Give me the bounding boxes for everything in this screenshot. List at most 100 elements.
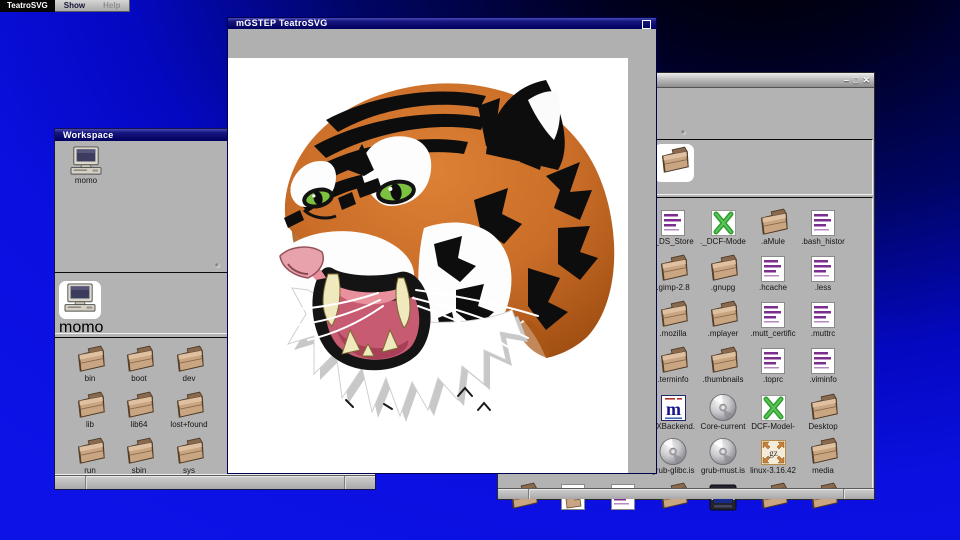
workspace-title: Workspace: [63, 130, 114, 140]
file-label: .toprc: [762, 375, 783, 384]
computer-icon: [63, 146, 109, 176]
file-icon-mplayer[interactable]: .mplayer: [699, 297, 747, 339]
menu-item-show[interactable]: Show: [55, 0, 94, 11]
folder-icon: [116, 390, 162, 420]
app-menu-title[interactable]: TeatroSVG: [0, 0, 55, 12]
svg-text:gz: gz: [769, 448, 778, 458]
file-icon-mutt-certific[interactable]: .mutt_certific: [749, 297, 797, 339]
workspace-root-label: momo: [74, 176, 98, 185]
minimize-button[interactable]: –: [844, 75, 849, 85]
file-icon-linux-3-16-42[interactable]: gz linux-3.16.42: [749, 434, 797, 476]
maximize-button[interactable]: □: [853, 75, 858, 85]
file-icon-run[interactable]: run: [67, 436, 113, 476]
file-icon-boot[interactable]: boot: [116, 344, 162, 384]
shelf-resize-dimple[interactable]: [681, 130, 686, 135]
doc-icon: [799, 251, 847, 283]
workspace-shelf-selection[interactable]: [59, 281, 101, 319]
file-icon-dcf-model[interactable]: DCF-Model-: [749, 390, 797, 432]
file-icon-grub-must-is[interactable]: grub-must.is: [699, 434, 747, 476]
file-icon-sbin[interactable]: sbin: [116, 436, 162, 476]
xdoc-icon: [699, 205, 747, 237]
file-label: .viminfo: [809, 375, 837, 384]
file-label: bin: [84, 374, 96, 383]
file-label: lib64: [130, 420, 148, 429]
tiger-illustration: [272, 80, 615, 422]
doc-icon: [749, 343, 797, 375]
shelf-resize-dimple[interactable]: [215, 263, 220, 268]
menu-items: Show Help: [54, 0, 131, 12]
file-label: lib: [85, 420, 94, 429]
file-label: .muttrc: [810, 329, 836, 338]
file-label: .hcache: [758, 283, 788, 292]
menu-bar: TeatroSVG Show Help: [0, 0, 131, 12]
file-label: media: [812, 466, 834, 475]
folder-icon: [658, 146, 690, 180]
folder-icon: [749, 205, 797, 237]
desktop: { "colors": { "desktop_blue": "#0b10e0",…: [0, 0, 960, 540]
file-icon-lib64[interactable]: lib64: [116, 390, 162, 430]
cd-icon: [699, 434, 747, 466]
svg-viewer-titlebar[interactable]: mGSTEP TeatroSVG: [228, 18, 656, 29]
file-icon-gnupg[interactable]: .gnupg: [699, 251, 747, 293]
menu-item-help[interactable]: Help: [94, 0, 129, 11]
xdoc-icon: [749, 390, 797, 422]
file-label: dev: [182, 374, 196, 383]
workspace-resize-bar[interactable]: [55, 475, 375, 489]
file-icon-viminfo[interactable]: .viminfo: [799, 343, 847, 385]
folder-icon: [166, 436, 212, 466]
folder-icon: [116, 344, 162, 374]
folder-icon: [116, 436, 162, 466]
file-label: .thumbnails: [702, 375, 744, 384]
doc-icon: [749, 251, 797, 283]
file-icon-media[interactable]: media: [799, 434, 847, 476]
doc-icon: [799, 297, 847, 329]
computer-icon: [63, 282, 97, 318]
file-icon-less[interactable]: .less: [799, 251, 847, 293]
file-icon-dcf-mode[interactable]: ._DCF-Mode: [699, 205, 747, 247]
file-label: .bash_histor: [801, 237, 845, 246]
file-icon-lib[interactable]: lib: [67, 390, 113, 430]
file-label: boot: [131, 374, 147, 383]
file-icon-dev[interactable]: dev: [166, 344, 212, 384]
workspace-root-icon[interactable]: momo: [63, 146, 109, 186]
cd-icon: [699, 390, 747, 422]
file-label: .mutt_certific: [750, 329, 796, 338]
folder-icon: [166, 344, 212, 374]
folder-icon: [67, 436, 113, 466]
folder-icon: [166, 390, 212, 420]
file-icon-bin[interactable]: bin: [67, 344, 113, 384]
file-icon-lost-found[interactable]: lost+found: [166, 390, 212, 430]
workspace-shelf-label: momo: [59, 319, 104, 336]
file-icon-core-current[interactable]: Core-current: [699, 390, 747, 432]
file-label: lost+found: [170, 420, 208, 429]
files-shelf-selection[interactable]: [654, 144, 694, 182]
file-label: grub-must.is: [700, 466, 745, 475]
folder-icon: [799, 390, 847, 422]
file-icon-desktop[interactable]: Desktop: [799, 390, 847, 432]
close-box-icon[interactable]: [642, 20, 651, 29]
doc-icon: [799, 343, 847, 375]
file-icon-muttrc[interactable]: .muttrc: [799, 297, 847, 339]
files-resize-bar[interactable]: [498, 488, 874, 499]
close-button[interactable]: ✕: [862, 75, 870, 85]
file-label: .less: [814, 283, 832, 292]
file-label: Core-current: [700, 422, 746, 431]
file-icon-amule[interactable]: .aMule: [749, 205, 797, 247]
doc-icon: [799, 205, 847, 237]
gz-icon: gz: [749, 434, 797, 466]
file-icon-hcache[interactable]: .hcache: [749, 251, 797, 293]
file-icon-sys[interactable]: sys: [166, 436, 212, 476]
file-label: .aMule: [760, 237, 785, 246]
file-label: .gnupg: [710, 283, 736, 292]
file-icon-thumbnails[interactable]: .thumbnails: [699, 343, 747, 385]
folder-icon: [67, 344, 113, 374]
folder-icon: [799, 434, 847, 466]
file-icon-toprc[interactable]: .toprc: [749, 343, 797, 385]
file-label: Desktop: [808, 422, 838, 431]
doc-icon: [749, 297, 797, 329]
folder-icon: [699, 343, 747, 375]
file-label: .mplayer: [707, 329, 739, 338]
folder-icon: [699, 251, 747, 283]
file-label: linux-3.16.42: [750, 466, 796, 475]
file-icon-bash-histor[interactable]: .bash_histor: [799, 205, 847, 247]
